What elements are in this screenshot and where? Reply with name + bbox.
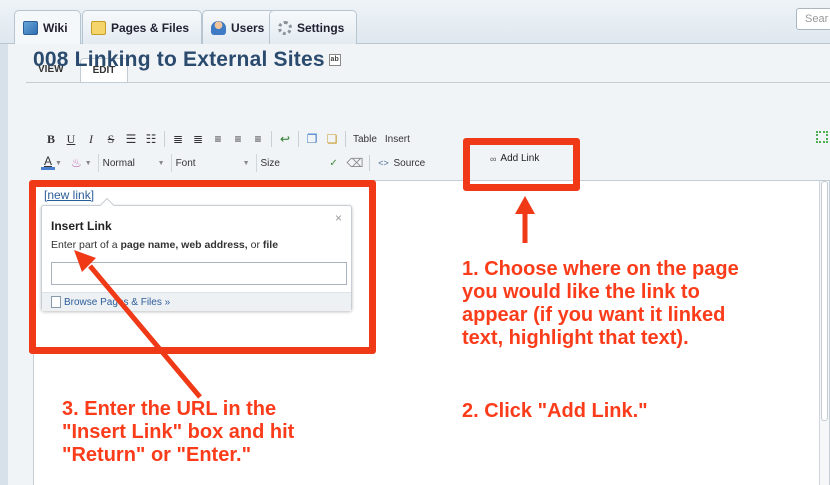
tab-settings-label: Settings bbox=[297, 20, 345, 35]
callout-step-2: 2. Click "Add Link." bbox=[462, 400, 648, 422]
indent-icon[interactable]: ≣ bbox=[188, 129, 208, 149]
size-select[interactable]: Size bbox=[255, 154, 322, 172]
toolbar-separator bbox=[369, 155, 371, 171]
style-select[interactable]: Normal bbox=[97, 154, 156, 172]
text-color-icon[interactable]: A bbox=[41, 155, 55, 170]
insert-link-highlight-box bbox=[29, 180, 376, 354]
add-link-highlight-box bbox=[463, 138, 580, 191]
highlight-icon[interactable]: ♨ bbox=[68, 153, 85, 173]
page-title: 008 Linking to External Sites ab bbox=[33, 48, 341, 72]
undo-icon[interactable]: ↩ bbox=[275, 129, 295, 149]
chevron-down-icon[interactable]: ▼ bbox=[243, 160, 250, 167]
outdent-icon[interactable]: ≣ bbox=[168, 129, 188, 149]
italic-button[interactable]: I bbox=[81, 129, 101, 149]
folder-icon bbox=[91, 20, 106, 35]
tab-settings[interactable]: Settings bbox=[269, 10, 358, 44]
page-title-text: 008 Linking to External Sites bbox=[33, 48, 325, 71]
toolbar-separator bbox=[271, 131, 272, 147]
tab-pages-files[interactable]: Pages & Files bbox=[82, 10, 203, 44]
bullet-list-icon[interactable]: ☰ bbox=[121, 129, 141, 149]
toolbar-separator bbox=[298, 131, 299, 147]
tab-wiki[interactable]: Wiki bbox=[14, 10, 81, 44]
vertical-scrollbar[interactable] bbox=[819, 181, 829, 485]
align-right-icon[interactable]: ≡ bbox=[248, 129, 268, 149]
align-center-icon[interactable]: ≡ bbox=[228, 129, 248, 149]
callout-step-1: 1. Choose where on the page you would li… bbox=[462, 258, 739, 349]
callout-step-3: 3. Enter the URL in the "Insert Link" bo… bbox=[62, 398, 295, 466]
editor-toolbar: B U I S ☰ ☷ ≣ ≣ ≡ ≡ ≡ ↩ ❐ ❏ Table Insert… bbox=[41, 128, 830, 180]
gear-icon bbox=[278, 20, 292, 35]
toolbar-row-2: A ▼ ♨ ▼ Normal ▼ Font ▼ Size ✓ ⌫ <> Sour… bbox=[41, 152, 429, 174]
insert-menu[interactable]: Insert bbox=[381, 134, 414, 145]
underline-button[interactable]: U bbox=[61, 129, 81, 149]
tab-wiki-label: Wiki bbox=[43, 20, 68, 35]
users-icon bbox=[211, 20, 226, 35]
expand-icon[interactable] bbox=[816, 131, 828, 143]
toolbar-row-1: B U I S ☰ ☷ ≣ ≣ ≡ ≡ ≡ ↩ ❐ ❏ Table Insert bbox=[41, 128, 414, 150]
rename-icon[interactable]: ab bbox=[328, 54, 341, 67]
chevron-down-icon[interactable]: ▼ bbox=[85, 160, 92, 167]
chevron-down-icon[interactable]: ▼ bbox=[55, 160, 62, 167]
scrollbar-thumb[interactable] bbox=[821, 181, 828, 421]
bold-button[interactable]: B bbox=[41, 129, 61, 149]
strikethrough-button[interactable]: S bbox=[101, 129, 121, 149]
tab-users[interactable]: Users bbox=[202, 10, 278, 44]
eraser-icon[interactable]: ⌫ bbox=[344, 153, 367, 173]
source-icon: <> bbox=[378, 158, 389, 168]
table-menu[interactable]: Table bbox=[349, 134, 381, 145]
numbered-list-icon[interactable]: ☷ bbox=[141, 129, 161, 149]
chevron-down-icon[interactable]: ▼ bbox=[158, 160, 165, 167]
source-button[interactable]: Source bbox=[393, 158, 429, 169]
font-select[interactable]: Font bbox=[170, 154, 241, 172]
paste-icon[interactable]: ❏ bbox=[322, 129, 342, 149]
search-input[interactable]: Sear bbox=[796, 8, 830, 30]
tab-pages-files-label: Pages & Files bbox=[111, 20, 190, 35]
top-nav-bar: Wiki Pages & Files Users Settings Sear bbox=[0, 0, 830, 44]
tab-divider bbox=[26, 82, 830, 83]
toolbar-separator bbox=[164, 131, 165, 147]
copy-icon[interactable]: ❐ bbox=[302, 129, 322, 149]
wiki-icon bbox=[23, 20, 38, 35]
spellcheck-icon[interactable]: ✓ bbox=[324, 153, 344, 173]
toolbar-separator bbox=[345, 131, 346, 147]
tab-users-label: Users bbox=[231, 20, 265, 35]
align-left-icon[interactable]: ≡ bbox=[208, 129, 228, 149]
